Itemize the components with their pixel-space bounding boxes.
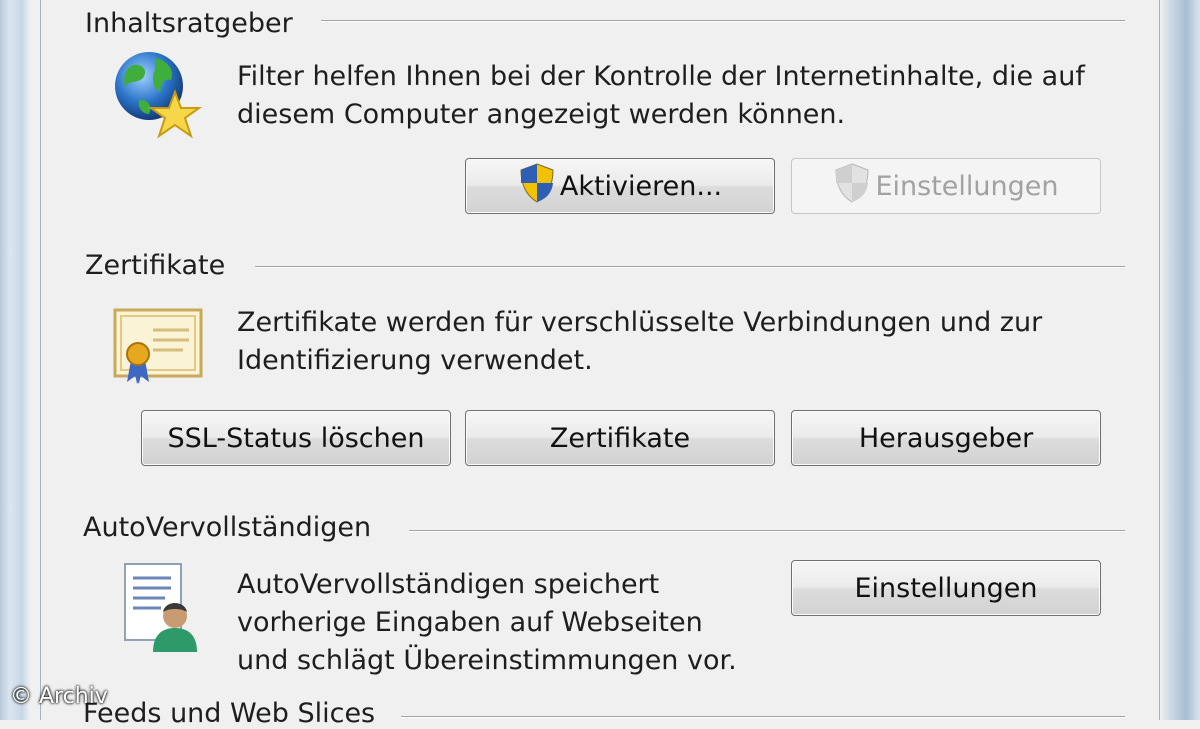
autocomplete-divider [409, 530, 1125, 532]
autocomplete-group-title: AutoVervollständigen [83, 512, 372, 543]
uac-shield-icon [518, 162, 556, 211]
content-advisor-divider [321, 20, 1125, 22]
certificates-description: Zertifikate werden für verschlüsselte Ve… [237, 307, 1043, 376]
settings-button-label: Einstellungen [875, 170, 1059, 202]
globe-star-icon [109, 48, 205, 148]
content-advisor-description: Filter helfen Ihnen bei der Kontrolle de… [237, 61, 1085, 130]
content-advisor-settings-button[interactable]: Einstellungen [791, 158, 1101, 214]
autocomplete-settings-button[interactable]: Einstellungen [791, 560, 1101, 616]
content-advisor-group-title: Inhaltsratgeber [85, 8, 293, 39]
feeds-divider [401, 716, 1125, 718]
certificates-group-title: Zertifikate [85, 250, 226, 281]
enable-button-label: Aktivieren... [559, 170, 723, 202]
publishers-button[interactable]: Herausgeber [791, 410, 1101, 466]
clear-ssl-state-button[interactable]: SSL-Status löschen [141, 410, 451, 466]
certificates-divider [255, 266, 1125, 268]
certificate-icon [111, 304, 207, 390]
enable-content-advisor-button[interactable]: Aktivieren... [465, 158, 775, 214]
feeds-group-title: Feeds und Web Slices [83, 698, 376, 729]
content-tab-panel: Inhaltsratgeber Filter helfen Ihnen bei … [40, 0, 1160, 729]
autocomplete-description: AutoVervollständigen speichert vorherige… [237, 569, 737, 676]
uac-shield-icon-disabled [833, 162, 871, 211]
autocomplete-form-user-icon [121, 560, 205, 660]
copyright-watermark: © Archiv [10, 684, 108, 709]
certificates-button[interactable]: Zertifikate [465, 410, 775, 466]
